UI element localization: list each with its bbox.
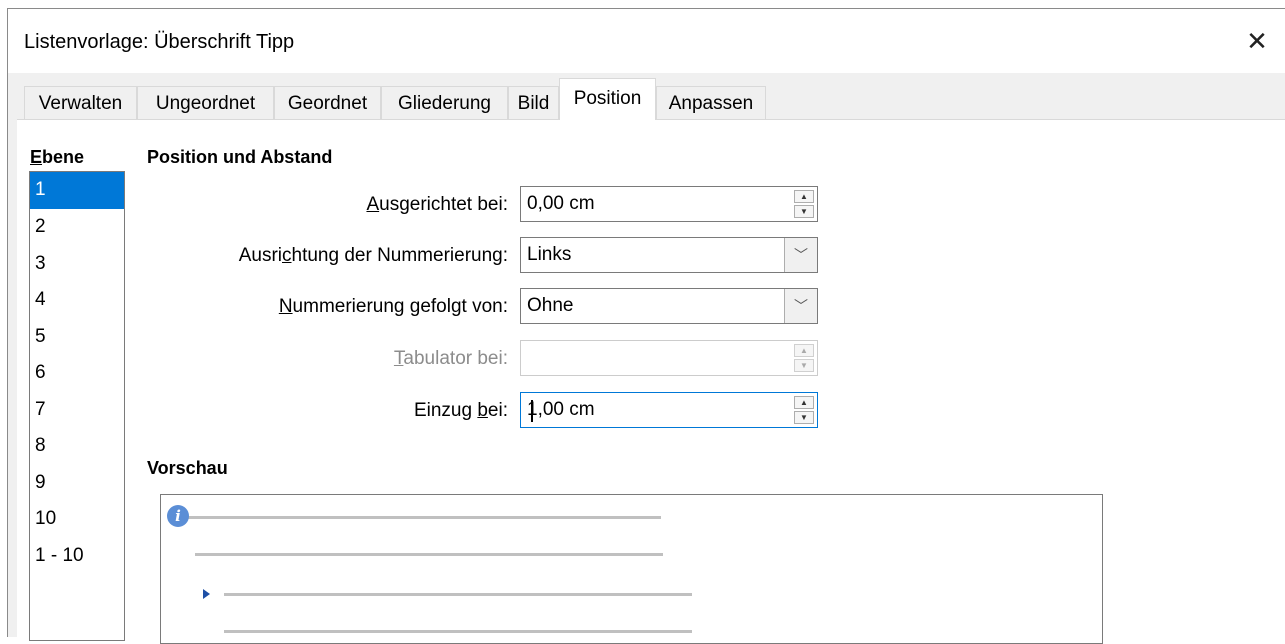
- level-list[interactable]: 1 2 3 4 5 6 7 8 9 10 1 - 10: [29, 171, 125, 641]
- preview-line: [178, 516, 661, 519]
- tab-verwalten[interactable]: Verwalten: [24, 86, 137, 119]
- indent-at-value: 1,00 cm: [527, 399, 595, 420]
- level-item[interactable]: 9: [30, 465, 124, 502]
- info-icon: i: [167, 505, 189, 527]
- spin-up-icon: ▲: [794, 344, 814, 357]
- chevron-down-icon[interactable]: ﹀: [784, 289, 817, 323]
- spin-up-icon[interactable]: ▲: [794, 190, 814, 203]
- numbering-followed-by-value: Ohne: [527, 295, 574, 316]
- aligned-at-value: 0,00 cm: [527, 193, 595, 214]
- numbering-alignment-value: Links: [527, 244, 572, 265]
- spin-down-icon: ▼: [794, 359, 814, 372]
- aligned-at-spinfield[interactable]: 0,00 cm ▲ ▼: [520, 186, 818, 222]
- tab-position[interactable]: Position: [559, 78, 656, 120]
- preview-line: [195, 553, 663, 556]
- tab-ungeordnet[interactable]: Ungeordnet: [137, 86, 274, 119]
- close-button[interactable]: ✕: [1229, 9, 1285, 73]
- level-item[interactable]: 10: [30, 501, 124, 538]
- numbering-alignment-select[interactable]: Links ﹀: [520, 237, 818, 273]
- indent-at-label: Einzug bei:: [413, 400, 508, 421]
- chevron-down-icon[interactable]: ﹀: [784, 238, 817, 272]
- level-item[interactable]: 7: [30, 392, 124, 429]
- level-list-label: Ebene: [30, 147, 85, 167]
- preview-line: [224, 593, 692, 596]
- preview-line: [224, 630, 692, 633]
- tab-gliederung[interactable]: Gliederung: [381, 86, 508, 119]
- indent-at-spinner: ▲ ▼: [794, 396, 814, 424]
- level-item[interactable]: 2: [30, 209, 124, 246]
- level-item[interactable]: 4: [30, 282, 124, 319]
- tab-stop-at-label: Tabulator bei:: [393, 348, 508, 369]
- aligned-at-label: Ausgerichtet bei:: [366, 194, 508, 215]
- close-icon: ✕: [1246, 25, 1268, 56]
- dialog-title: Listenvorlage: Überschrift Tipp: [24, 31, 295, 53]
- text-cursor: [531, 400, 533, 422]
- numbering-followed-by-label: Nummerierung gefolgt von:: [278, 296, 508, 317]
- bullet-arrow-icon: [203, 589, 210, 599]
- level-item[interactable]: 8: [30, 428, 124, 465]
- level-item[interactable]: 1 - 10: [30, 538, 124, 575]
- spin-down-icon[interactable]: ▼: [794, 205, 814, 218]
- tab-bild[interactable]: Bild: [508, 86, 559, 119]
- position-section-title: Position und Abstand: [147, 147, 333, 167]
- spin-up-icon[interactable]: ▲: [794, 396, 814, 409]
- tab-geordnet[interactable]: Geordnet: [274, 86, 381, 119]
- level-item[interactable]: 3: [30, 246, 124, 283]
- title-bar: Listenvorlage: Überschrift Tipp ✕: [8, 9, 1285, 73]
- level-item[interactable]: 5: [30, 319, 124, 356]
- aligned-at-spinner: ▲ ▼: [794, 190, 814, 218]
- preview-section-title: Vorschau: [147, 458, 228, 478]
- spin-down-icon[interactable]: ▼: [794, 411, 814, 424]
- tab-stop-at-spinfield: ▲ ▼: [520, 340, 818, 376]
- numbering-followed-by-select[interactable]: Ohne ﹀: [520, 288, 818, 324]
- indent-at-spinfield[interactable]: 1,00 cm ▲ ▼: [520, 392, 818, 428]
- tab-stop-at-spinner: ▲ ▼: [794, 344, 814, 372]
- level-item[interactable]: 6: [30, 355, 124, 392]
- numbering-alignment-label: Ausrichtung der Nummerierung:: [238, 245, 508, 266]
- tab-anpassen[interactable]: Anpassen: [656, 86, 766, 119]
- level-item[interactable]: 1: [30, 172, 124, 209]
